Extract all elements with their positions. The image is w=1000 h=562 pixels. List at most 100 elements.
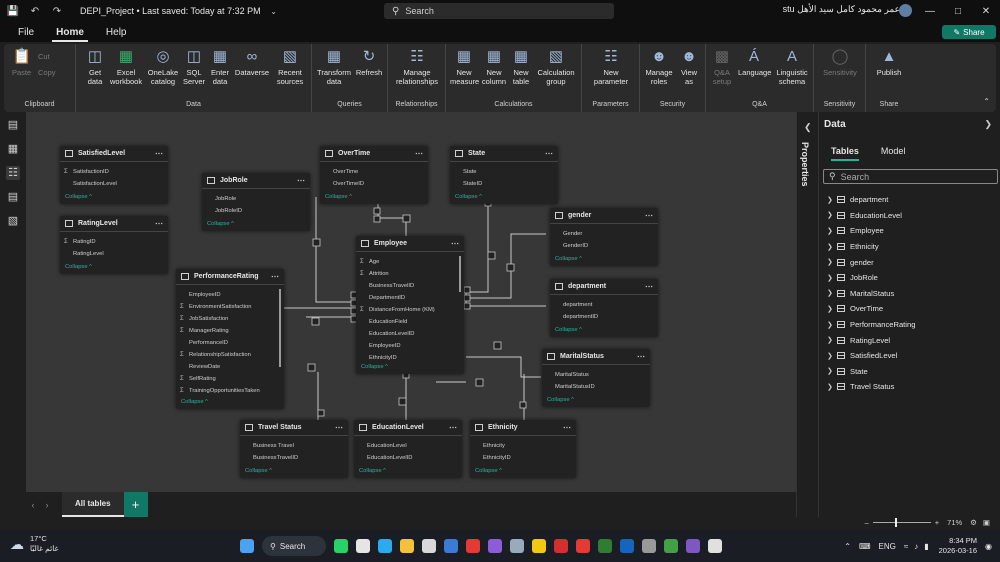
field-row[interactable]: StateID [450, 178, 558, 190]
keyboard-icon[interactable]: ⌨ [859, 542, 871, 551]
field-row[interactable]: PerformanceID [176, 337, 284, 349]
taskbar-search[interactable]: ⚲ Search [262, 536, 326, 556]
properties-pane[interactable]: ❮ Properties [796, 112, 818, 517]
more-options-icon[interactable]: ⋯ [155, 219, 163, 228]
cut-button[interactable]: Cut [38, 52, 50, 61]
more-options-icon[interactable]: ⋯ [645, 282, 653, 291]
field-row[interactable]: Ethnicity [470, 440, 576, 452]
chevron-up-icon[interactable]: ⌃ [844, 542, 851, 551]
whatsapp-icon[interactable] [334, 539, 348, 553]
chevron-left-icon[interactable]: ‹ [26, 500, 40, 510]
field-row[interactable]: EmployeeID [176, 289, 284, 301]
field-row[interactable]: EthnicityID [356, 352, 464, 364]
more-options-icon[interactable]: ⋯ [155, 149, 163, 158]
field-row[interactable]: MaritalStatusID [542, 381, 650, 393]
minimize-icon[interactable]: — [916, 0, 944, 22]
zoom-level[interactable]: 71% [947, 518, 962, 527]
youtube-icon[interactable] [466, 539, 480, 553]
field-row[interactable]: OverTimeID [320, 178, 428, 190]
anydesk-icon[interactable] [576, 539, 590, 553]
recent-sources-button[interactable]: ▧ Recent sources [272, 48, 308, 86]
more-options-icon[interactable]: ⋯ [415, 149, 423, 158]
collapse-button[interactable]: Collapse ^ [356, 364, 464, 370]
photos-icon[interactable] [422, 539, 436, 553]
chevron-down-icon[interactable]: ⌄ [265, 2, 283, 20]
manage-relationships-button[interactable]: ☷ Manage relationships [392, 48, 442, 86]
table-card-header[interactable]: JobRole ⋯ [202, 173, 310, 189]
collapse-button[interactable]: Collapse ^ [354, 468, 462, 474]
view-as-button[interactable]: ☻ View as [676, 48, 702, 86]
new-measure-button[interactable]: ▦ New measure [450, 48, 479, 86]
field-row[interactable]: BusinessTravelID [240, 452, 348, 464]
collapse-button[interactable]: Collapse ^ [60, 194, 168, 200]
field-row[interactable]: OverTime [320, 166, 428, 178]
field-row[interactable]: departmentID [550, 311, 658, 323]
table-card-header[interactable]: State ⋯ [450, 146, 558, 162]
obs-icon[interactable] [686, 539, 700, 553]
list-item[interactable]: ❯ PerformanceRating [827, 317, 915, 333]
field-row[interactable]: Σ ManagerRating [176, 325, 284, 337]
volume-icon[interactable]: ♪ [914, 542, 918, 551]
collapse-button[interactable]: Collapse ^ [176, 399, 284, 405]
sensitivity-button[interactable]: ◯ Sensitivity [818, 48, 862, 77]
field-row[interactable]: Σ Attrition [356, 268, 464, 280]
zoom-out-icon[interactable]: – [865, 518, 869, 527]
settings-icon[interactable]: ⚙ [970, 518, 977, 527]
transform-data-button[interactable]: ▦ Transform data [316, 48, 352, 86]
field-row[interactable]: EducationLevel [354, 440, 462, 452]
expand-properties-icon[interactable]: ❮ [804, 122, 812, 133]
field-row[interactable]: Σ TrainingOpportunitiesTaken [176, 385, 284, 397]
chrome-icon[interactable] [356, 539, 370, 553]
chevron-right-icon[interactable]: › [40, 500, 54, 510]
language-indicator[interactable]: ENG [879, 542, 896, 551]
visual-studio-icon[interactable] [488, 539, 502, 553]
maximize-icon[interactable]: □ [944, 0, 972, 22]
field-row[interactable]: Σ SatisfactionID [60, 166, 168, 178]
model-view-icon[interactable]: ☷ [6, 166, 20, 180]
list-item[interactable]: ❯ Employee [827, 223, 915, 239]
list-item[interactable]: ❯ EducationLevel [827, 208, 915, 224]
more-options-icon[interactable]: ⋯ [335, 423, 343, 432]
undo-icon[interactable]: ↶ [26, 2, 44, 20]
zoom-slider-handle[interactable] [894, 518, 897, 527]
wifi-icon[interactable]: ≈ [904, 542, 908, 551]
list-item[interactable]: ❯ MaritalStatus [827, 286, 915, 302]
table-card-header[interactable]: MaritalStatus ⋯ [542, 349, 650, 365]
tab-model[interactable]: Model [881, 146, 906, 161]
more-options-icon[interactable]: ⋯ [297, 176, 305, 185]
manage-roles-button[interactable]: ☻ Manage roles [644, 48, 674, 86]
table-card-ratinglevel[interactable]: RatingLevel ⋯ Σ RatingID RatingLevel Colla… [60, 216, 168, 274]
table-card-travel-status[interactable]: Travel Status ⋯ Business Travel BusinessT… [240, 420, 348, 478]
dax-query-view-icon[interactable]: ▤ [6, 190, 20, 204]
table-card-header[interactable]: SatisfiedLevel ⋯ [60, 146, 168, 162]
zoom-app-icon[interactable] [620, 539, 634, 553]
onelake-catalog-button[interactable]: ◎ OneLake catalog [146, 48, 180, 86]
field-row[interactable]: Gender [550, 228, 658, 240]
table-card-header[interactable]: Ethnicity ⋯ [470, 420, 576, 436]
collapse-ribbon-icon[interactable]: ⌃ [983, 97, 990, 106]
field-row[interactable]: Σ RatingID [60, 236, 168, 248]
field-row[interactable]: JobRoleID [202, 205, 310, 217]
more-options-icon[interactable]: ⋯ [645, 211, 653, 220]
qa-setup-button[interactable]: ▩ Q&A setup [710, 48, 734, 86]
tmdl-view-icon[interactable]: ▧ [6, 214, 20, 228]
list-item[interactable]: ❯ RatingLevel [827, 332, 915, 348]
collapse-button[interactable]: Collapse ^ [470, 468, 576, 474]
new-parameter-button[interactable]: ☷ New parameter [586, 48, 636, 86]
table-card-header[interactable]: OverTime ⋯ [320, 146, 428, 162]
linguistic-schema-button[interactable]: A Linguistic schema [774, 48, 810, 86]
table-card-maritalstatus[interactable]: MaritalStatus ⋯ MaritalStatus MaritalStat… [542, 349, 650, 407]
telegram-icon[interactable] [378, 539, 392, 553]
field-row[interactable]: Σ JobSatisfaction [176, 313, 284, 325]
field-row[interactable]: Σ SelfRating [176, 373, 284, 385]
fit-to-screen-icon[interactable]: ▣ [983, 518, 990, 527]
field-row[interactable]: SatisfactionLevel [60, 178, 168, 190]
share-button[interactable]: ✎ Share [942, 25, 996, 39]
menu-tab-file[interactable]: File [14, 27, 38, 42]
table-card-header[interactable]: department ⋯ [550, 279, 658, 295]
document-title[interactable]: DEPI_Project • Last saved: Today at 7:32… [80, 6, 261, 16]
redo-icon[interactable]: ↷ [48, 2, 66, 20]
table-card-educationlevel[interactable]: EducationLevel ⋯ EducationLevel Education… [354, 420, 462, 478]
field-row[interactable]: Σ RelationshipSatisfaction [176, 349, 284, 361]
field-row[interactable]: Σ Age [356, 256, 464, 268]
